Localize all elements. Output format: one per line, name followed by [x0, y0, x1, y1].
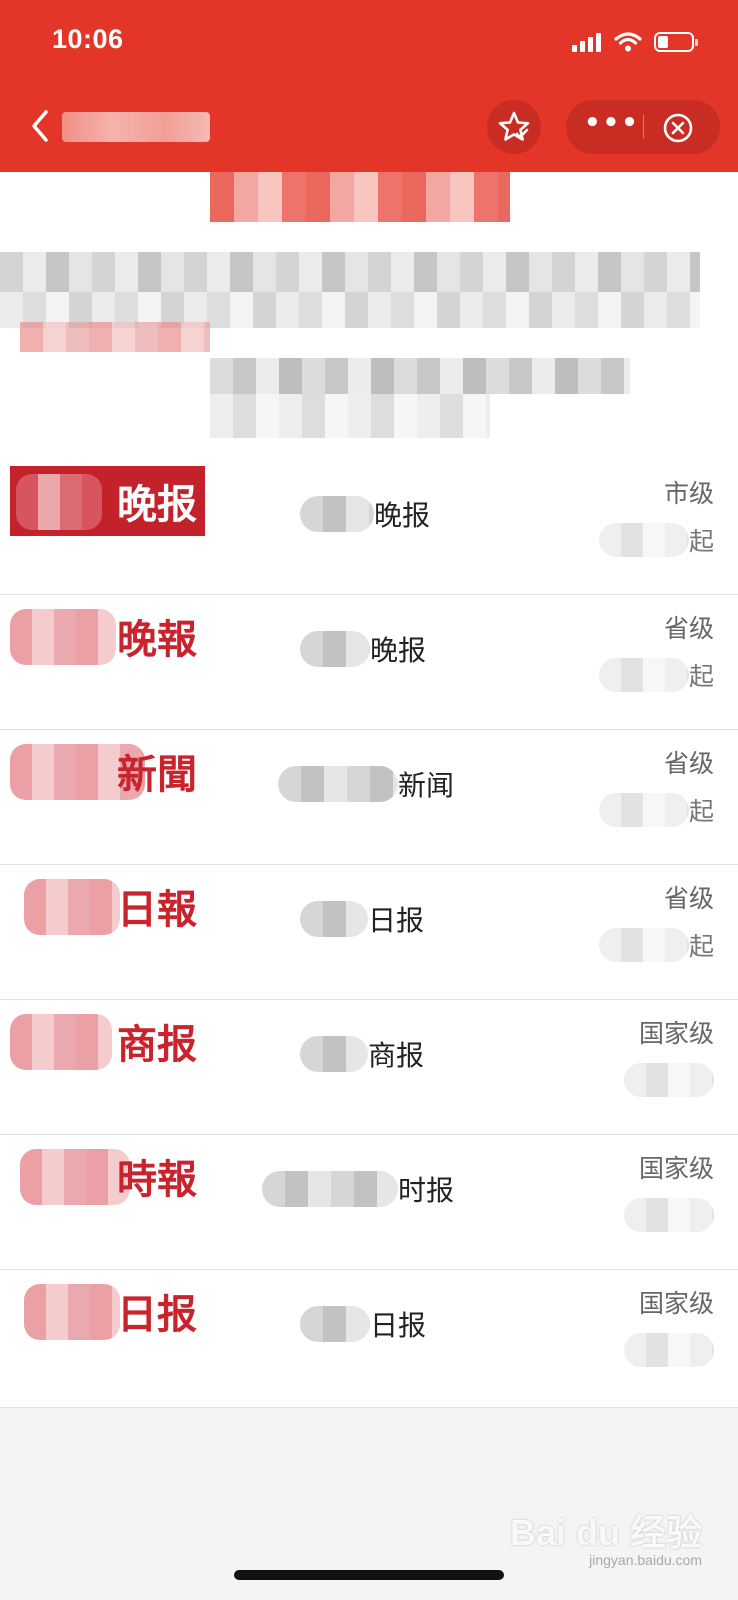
redacted-price	[598, 928, 689, 962]
level-label: 国家级	[638, 1154, 714, 1183]
newspaper-logo: 時報	[10, 1141, 205, 1211]
level-label: 省级	[663, 884, 714, 913]
redacted-price	[598, 658, 689, 692]
status-icons	[572, 30, 698, 54]
battery-icon	[654, 32, 698, 52]
level-label: 省级	[663, 614, 714, 643]
close-circle-icon[interactable]	[662, 112, 694, 144]
redacted-logo-part	[16, 474, 102, 530]
back-button[interactable]	[24, 106, 60, 146]
newspaper-logo: 新聞	[10, 736, 205, 806]
newspaper-logo: 商报	[10, 1006, 205, 1076]
redacted-text-line	[0, 252, 700, 292]
list-item[interactable]: 晚報 晚报 省级 起	[0, 595, 738, 730]
list-item[interactable]: 商报 商报 国家级	[0, 1000, 738, 1135]
chevron-left-icon	[32, 110, 48, 142]
list-item[interactable]: 日報 日报 省级 起	[0, 865, 738, 1000]
page-title-redacted	[62, 112, 210, 142]
newspaper-name: 日报	[300, 899, 424, 939]
intro-section-redacted	[0, 172, 738, 460]
newspaper-logo: 晚报	[10, 466, 205, 536]
newspaper-name: 商报	[300, 1034, 424, 1074]
price-label: 起	[598, 520, 714, 560]
redacted-name-part	[278, 766, 398, 802]
star-check-icon	[498, 111, 530, 141]
level-label: 市级	[663, 479, 714, 508]
baidu-watermark: Bai du 经验 jingyan.baidu.com	[509, 1512, 702, 1568]
newspaper-logo: 日報	[10, 871, 205, 941]
redacted-name-part	[262, 1171, 398, 1207]
price-label	[624, 1330, 714, 1370]
redacted-text-line	[210, 394, 490, 438]
battery-fill	[658, 36, 668, 48]
list-item[interactable]: 日报 日报 国家级	[0, 1270, 738, 1408]
level-label: 省级	[663, 749, 714, 778]
wifi-icon	[614, 32, 642, 52]
newspaper-name: 晚报	[300, 629, 426, 669]
header-bar: 10:06 •••	[0, 0, 738, 172]
level-label: 国家级	[638, 1019, 714, 1048]
favorite-button[interactable]	[487, 100, 541, 154]
list-item[interactable]: 時報 时报 国家级	[0, 1135, 738, 1270]
list-item[interactable]: 晚报 晚报 市级 起	[0, 460, 738, 595]
newspaper-name: 晚报	[300, 494, 430, 534]
redacted-name-part	[300, 496, 374, 532]
redacted-name-part	[300, 631, 370, 667]
price-label: 起	[598, 790, 714, 830]
redacted-logo-part	[10, 609, 116, 665]
price-label	[624, 1060, 714, 1100]
redacted-name-part	[300, 1306, 370, 1342]
newspaper-name: 日报	[300, 1304, 426, 1344]
newspaper-logo: 日报	[10, 1276, 205, 1346]
home-indicator[interactable]	[234, 1570, 504, 1580]
price-label: 起	[598, 655, 714, 695]
redacted-price	[598, 523, 689, 557]
redacted-name-part	[300, 901, 368, 937]
status-time: 10:06	[52, 24, 124, 54]
newspaper-list: 晚报 晚报 市级 起 晚報 晚报 省级 起 新聞 新闻 省级 起 日報 日报 省…	[0, 460, 738, 1408]
redacted-logo-part	[10, 1014, 112, 1070]
redacted-text-line	[210, 358, 630, 394]
newspaper-name: 新闻	[278, 764, 454, 804]
redacted-price	[624, 1333, 714, 1367]
redacted-text-line	[20, 322, 210, 352]
newspaper-logo: 晚報	[10, 601, 205, 671]
redacted-logo-part	[20, 1149, 130, 1205]
redacted-price	[598, 793, 689, 827]
mini-program-capsule: •••	[566, 100, 720, 154]
redacted-name-part	[300, 1036, 368, 1072]
nav-bar: •••	[0, 96, 738, 160]
newspaper-name: 时报	[262, 1169, 454, 1209]
capsule-divider	[643, 115, 644, 139]
list-item[interactable]: 新聞 新闻 省级 起	[0, 730, 738, 865]
more-dots-icon[interactable]: •••	[584, 110, 638, 140]
level-label: 国家级	[638, 1289, 714, 1318]
redacted-headline	[210, 172, 510, 222]
redacted-price	[624, 1198, 714, 1232]
redacted-price	[624, 1063, 714, 1097]
signal-icon	[572, 33, 601, 52]
redacted-logo-part	[24, 879, 120, 935]
redacted-logo-part	[24, 1284, 120, 1340]
price-label: 起	[598, 925, 714, 965]
price-label	[624, 1195, 714, 1235]
